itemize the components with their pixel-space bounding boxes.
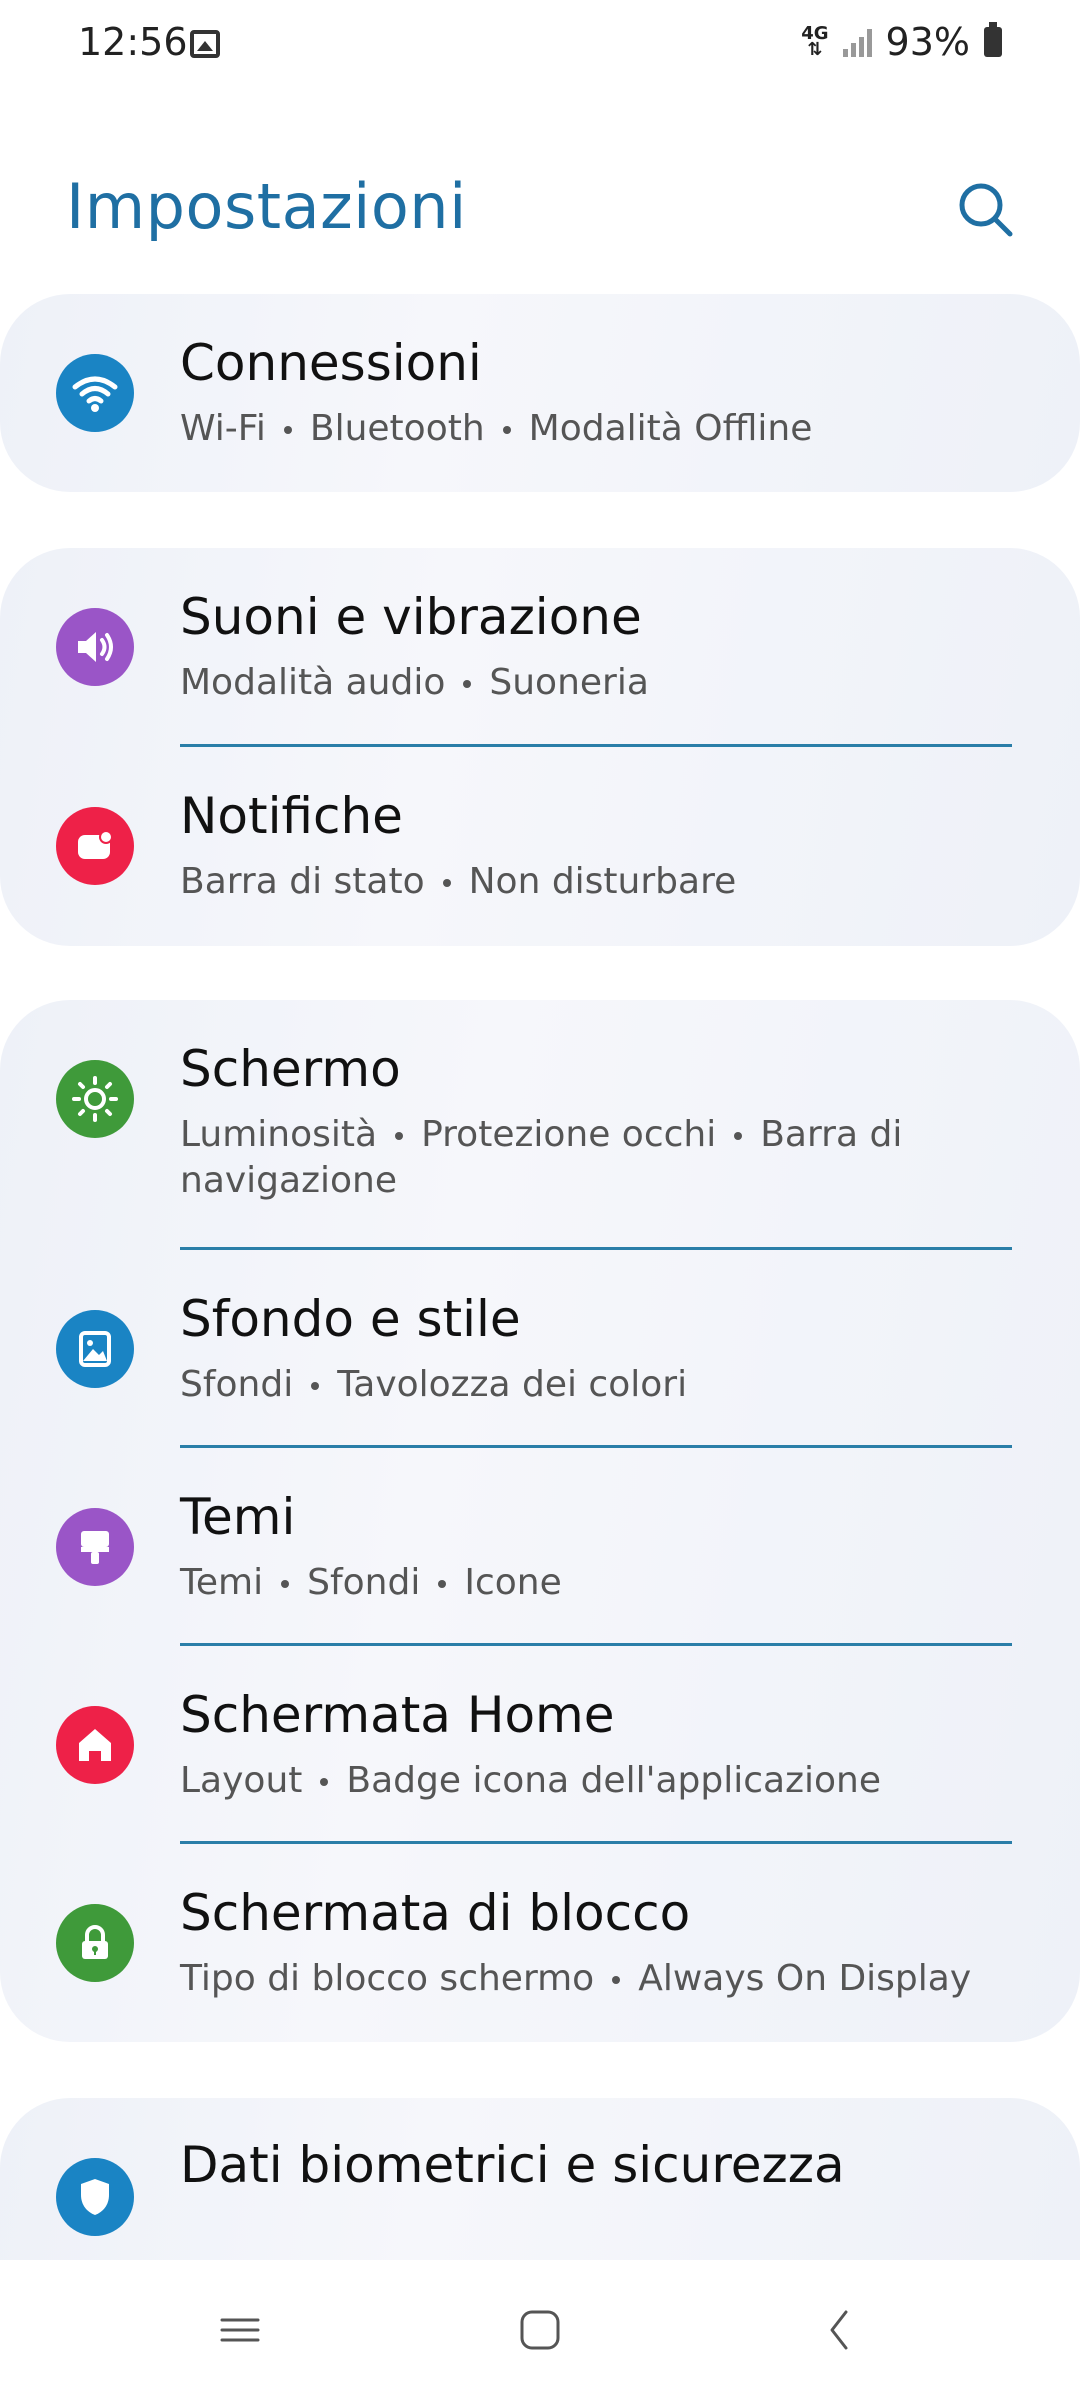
back-button[interactable] [810, 2300, 870, 2360]
settings-item-sfondo[interactable]: Sfondo e stile Sfondi Tavolozza dei color… [0, 1250, 1080, 1448]
search-icon [959, 183, 1013, 237]
settings-group-display: Schermo Luminosità Protezione occhi Barra … [0, 1000, 1080, 2042]
settings-item-home[interactable]: Schermata Home Layout Badge icona dell'ap… [0, 1646, 1080, 1844]
status-right: 4G ⇅ 93% [801, 20, 1002, 64]
item-title: Schermata di blocco [180, 1884, 691, 1942]
item-subtitle: Barra di stato Non disturbare [180, 861, 737, 902]
header: Impostazioni [0, 150, 1080, 270]
navigation-bar [0, 2260, 1080, 2400]
item-subtitle: Tipo di blocco schermo Always On Display [180, 1958, 972, 1999]
notification-icon [56, 807, 134, 885]
status-bar: 12:56 4G ⇅ 93% [0, 0, 1080, 96]
settings-group-security: Dati biometrici e sicurezza [0, 2098, 1080, 2260]
wallpaper-icon [56, 1310, 134, 1388]
recents-icon [220, 2318, 260, 2342]
home-icon [56, 1706, 134, 1784]
item-title: Connessioni [180, 334, 482, 392]
recents-button[interactable] [210, 2300, 270, 2360]
signal-icon [842, 27, 872, 57]
item-title: Schermo [180, 1040, 401, 1098]
battery-percent: 93% [885, 20, 970, 64]
home-nav-button[interactable] [510, 2300, 570, 2360]
item-title: Dati biometrici e sicurezza [180, 2136, 845, 2194]
wifi-icon [56, 354, 134, 432]
item-subtitle: Wi-Fi Bluetooth Modalità Offline [180, 408, 813, 449]
settings-item-schermo[interactable]: Schermo Luminosità Protezione occhi Barra … [0, 1000, 1080, 1250]
status-time: 12:56 [78, 20, 188, 64]
page-title: Impostazioni [66, 170, 467, 243]
settings-item-suoni[interactable]: Suoni e vibrazione Modalità audio Suoneri… [0, 548, 1080, 747]
settings-item-blocco[interactable]: Schermata di blocco Tipo di blocco scher… [0, 1844, 1080, 2042]
settings-group-sound: Suoni e vibrazione Modalità audio Suoneri… [0, 548, 1080, 946]
settings-item-notifiche[interactable]: Notifiche Barra di stato Non disturbare [0, 747, 1080, 946]
lock-icon [56, 1904, 134, 1982]
settings-item-biometrici[interactable]: Dati biometrici e sicurezza [0, 2098, 1080, 2260]
item-title: Suoni e vibrazione [180, 588, 642, 646]
item-subtitle: Temi Sfondi Icone [180, 1562, 562, 1603]
item-title: Schermata Home [180, 1686, 615, 1744]
settings-item-connessioni[interactable]: Connessioni Wi-Fi Bluetooth Modalità Offli… [0, 294, 1080, 492]
item-title: Sfondo e stile [180, 1290, 521, 1348]
item-subtitle: Luminosità Protezione occhi Barra di navig… [180, 1114, 903, 1201]
item-subtitle: Layout Badge icona dell'applicazione [180, 1760, 881, 1801]
brush-icon [56, 1508, 134, 1586]
gallery-notification-icon [190, 30, 220, 58]
settings-group-connections: Connessioni Wi-Fi Bluetooth Modalità Offli… [0, 294, 1080, 492]
network-type-icon: 4G ⇅ [801, 23, 829, 60]
item-title: Notifiche [180, 787, 403, 845]
item-subtitle: Modalità audio Suoneria [180, 662, 649, 703]
settings-item-temi[interactable]: Temi Temi Sfondi Icone [0, 1448, 1080, 1646]
home-nav-icon [520, 2310, 560, 2350]
search-button[interactable] [954, 178, 1018, 242]
item-title: Temi [180, 1488, 296, 1546]
shield-icon [56, 2158, 134, 2236]
brightness-icon [56, 1060, 134, 1138]
speaker-icon [56, 608, 134, 686]
back-icon [830, 2310, 848, 2350]
item-subtitle: Sfondi Tavolozza dei colori [180, 1364, 688, 1405]
battery-icon [984, 22, 1002, 57]
